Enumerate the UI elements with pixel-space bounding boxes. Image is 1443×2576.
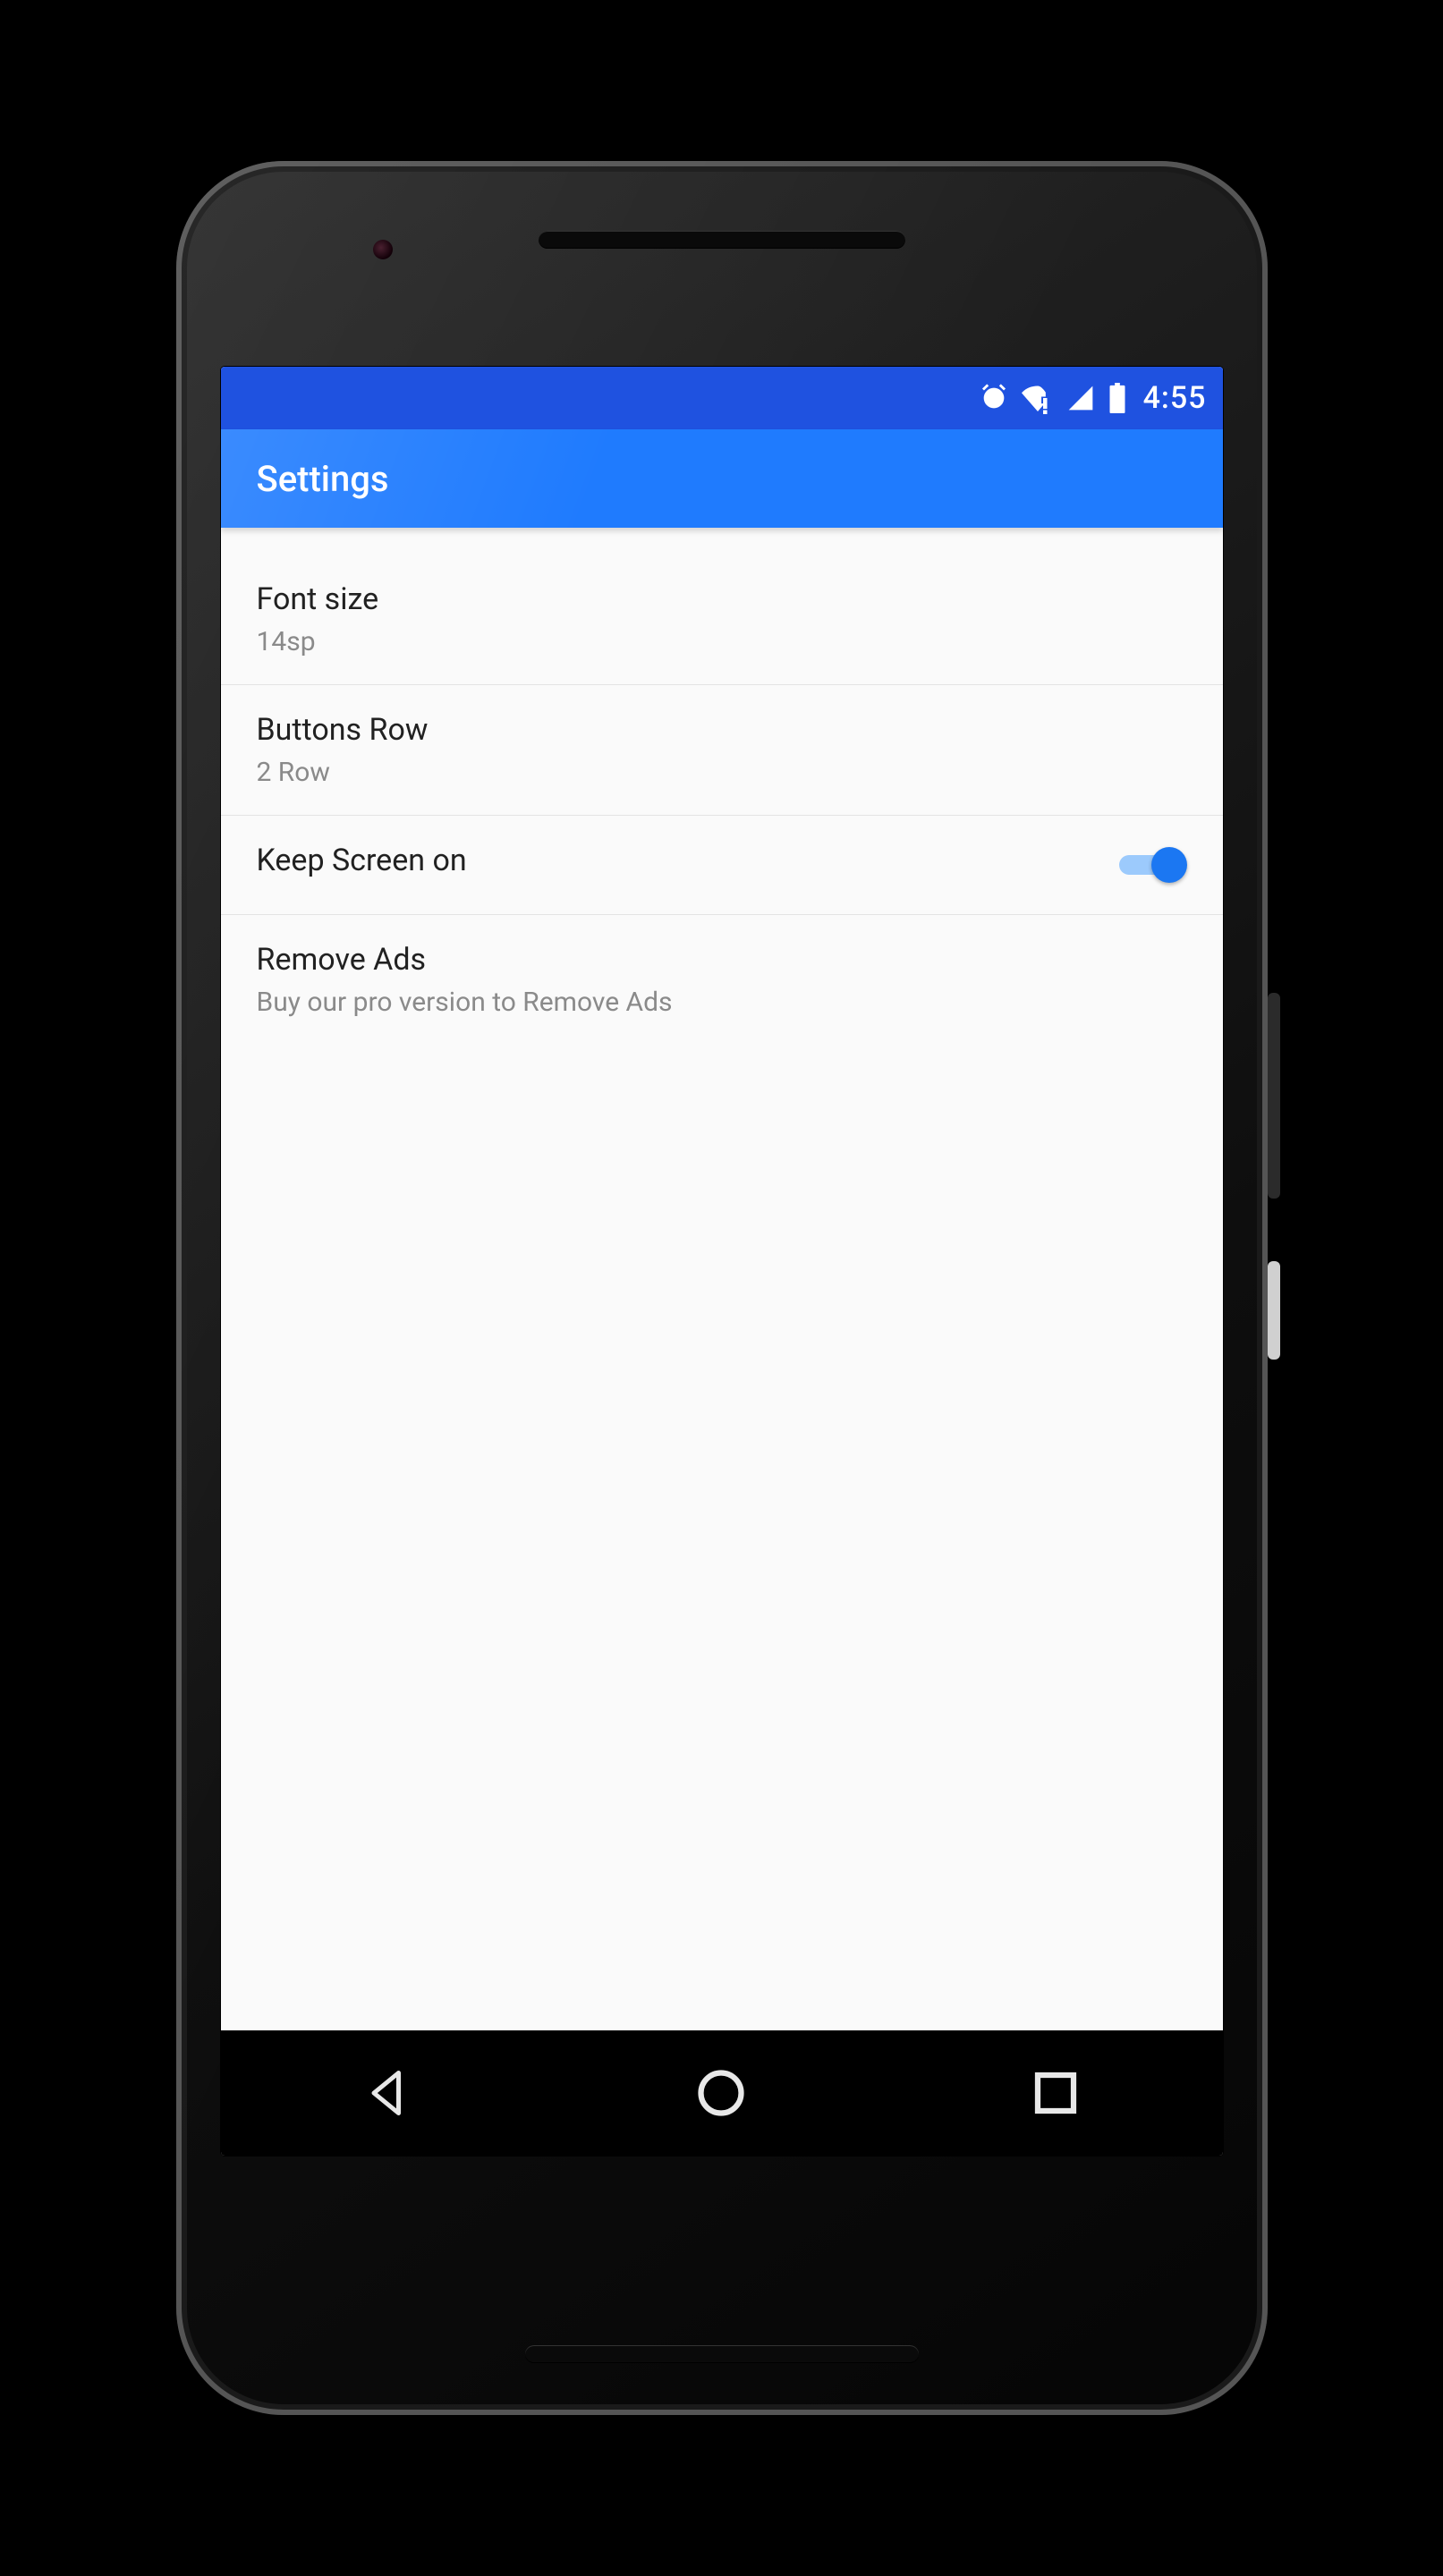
setting-title: Buttons Row [257,712,1187,748]
earpiece [539,231,905,249]
setting-item-buttons-row[interactable]: Buttons Row 2 Row [221,685,1223,816]
setting-item-remove-ads[interactable]: Remove Ads Buy our pro version to Remove… [221,915,1223,1045]
setting-item-font-size[interactable]: Font size 14sp [221,555,1223,685]
screen: 4:55 Settings Font size 14sp [221,367,1223,2156]
setting-title: Font size [257,581,1187,617]
battery-icon [1108,383,1127,413]
android-nav-bar [221,2030,1223,2156]
setting-title: Keep Screen on [257,843,1101,878]
settings-list: Font size 14sp Buttons Row 2 Row Keep Sc… [221,528,1223,2030]
volume-button [1268,993,1280,1199]
setting-title: Remove Ads [257,942,1187,978]
toggle-thumb [1151,847,1187,883]
setting-value: 2 Row [257,757,1187,788]
power-button [1268,1261,1280,1360]
bottom-speaker [525,2345,919,2363]
nav-home-button[interactable] [694,2066,748,2120]
status-clock: 4:55 [1143,380,1207,416]
nav-back-button[interactable] [361,2066,414,2120]
app-bar: Settings [221,429,1223,528]
keep-screen-toggle[interactable] [1119,847,1187,883]
status-bar: 4:55 [221,367,1223,429]
setting-value: 14sp [257,626,1187,657]
nav-recent-button[interactable] [1029,2066,1082,2120]
setting-item-keep-screen[interactable]: Keep Screen on [221,816,1223,915]
wifi-icon [1022,382,1054,414]
front-camera [373,240,393,259]
phone-frame: 4:55 Settings Font size 14sp [176,161,1268,2415]
device-mockup-stage: 4:55 Settings Font size 14sp [0,0,1443,2576]
page-title: Settings [257,458,389,500]
setting-value: Buy our pro version to Remove Ads [257,987,1187,1018]
cellular-icon [1066,384,1095,412]
alarm-icon [979,383,1009,413]
